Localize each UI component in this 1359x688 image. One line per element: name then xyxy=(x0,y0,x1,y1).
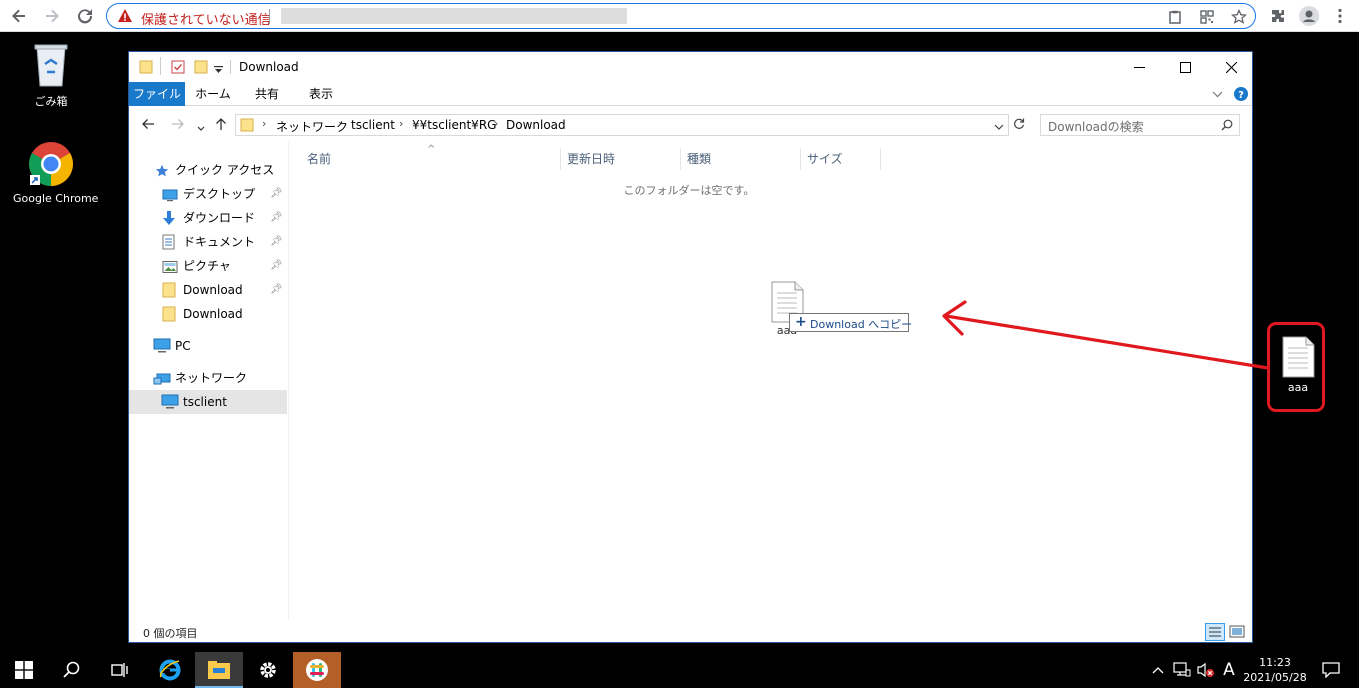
desktop-file-aaa[interactable]: aaa xyxy=(1275,336,1321,394)
task-view-button[interactable] xyxy=(96,652,144,688)
search-icon xyxy=(63,661,80,678)
slack-icon xyxy=(306,659,328,681)
file-explorer-icon xyxy=(208,661,230,679)
slack-button[interactable] xyxy=(293,652,341,688)
clock[interactable]: 11:23 2021/05/28 xyxy=(1238,655,1312,685)
settings-button[interactable] xyxy=(244,652,292,688)
file-explorer-button[interactable] xyxy=(195,652,243,688)
search-button[interactable] xyxy=(48,652,96,688)
file-icon xyxy=(1282,336,1314,378)
ie-button[interactable] xyxy=(146,652,194,688)
task-view-icon xyxy=(111,663,128,677)
tray-overflow-chevron-icon[interactable] xyxy=(1148,652,1168,688)
ime-indicator[interactable]: A xyxy=(1219,652,1239,688)
volume-muted-icon[interactable] xyxy=(1195,652,1217,688)
clock-date: 2021/05/28 xyxy=(1243,671,1307,684)
annotation-arrow xyxy=(942,300,1270,370)
gear-icon xyxy=(260,662,276,678)
windows-logo-icon xyxy=(15,661,33,679)
desktop-file-label: aaa xyxy=(1287,381,1309,394)
taskbar: A 11:23 2021/05/28 xyxy=(0,652,1359,688)
start-button[interactable] xyxy=(0,652,48,688)
network-tray-icon[interactable] xyxy=(1171,652,1193,688)
notifications-icon[interactable] xyxy=(1316,652,1346,688)
internet-explorer-icon xyxy=(159,659,181,681)
clock-time: 11:23 xyxy=(1259,656,1291,669)
